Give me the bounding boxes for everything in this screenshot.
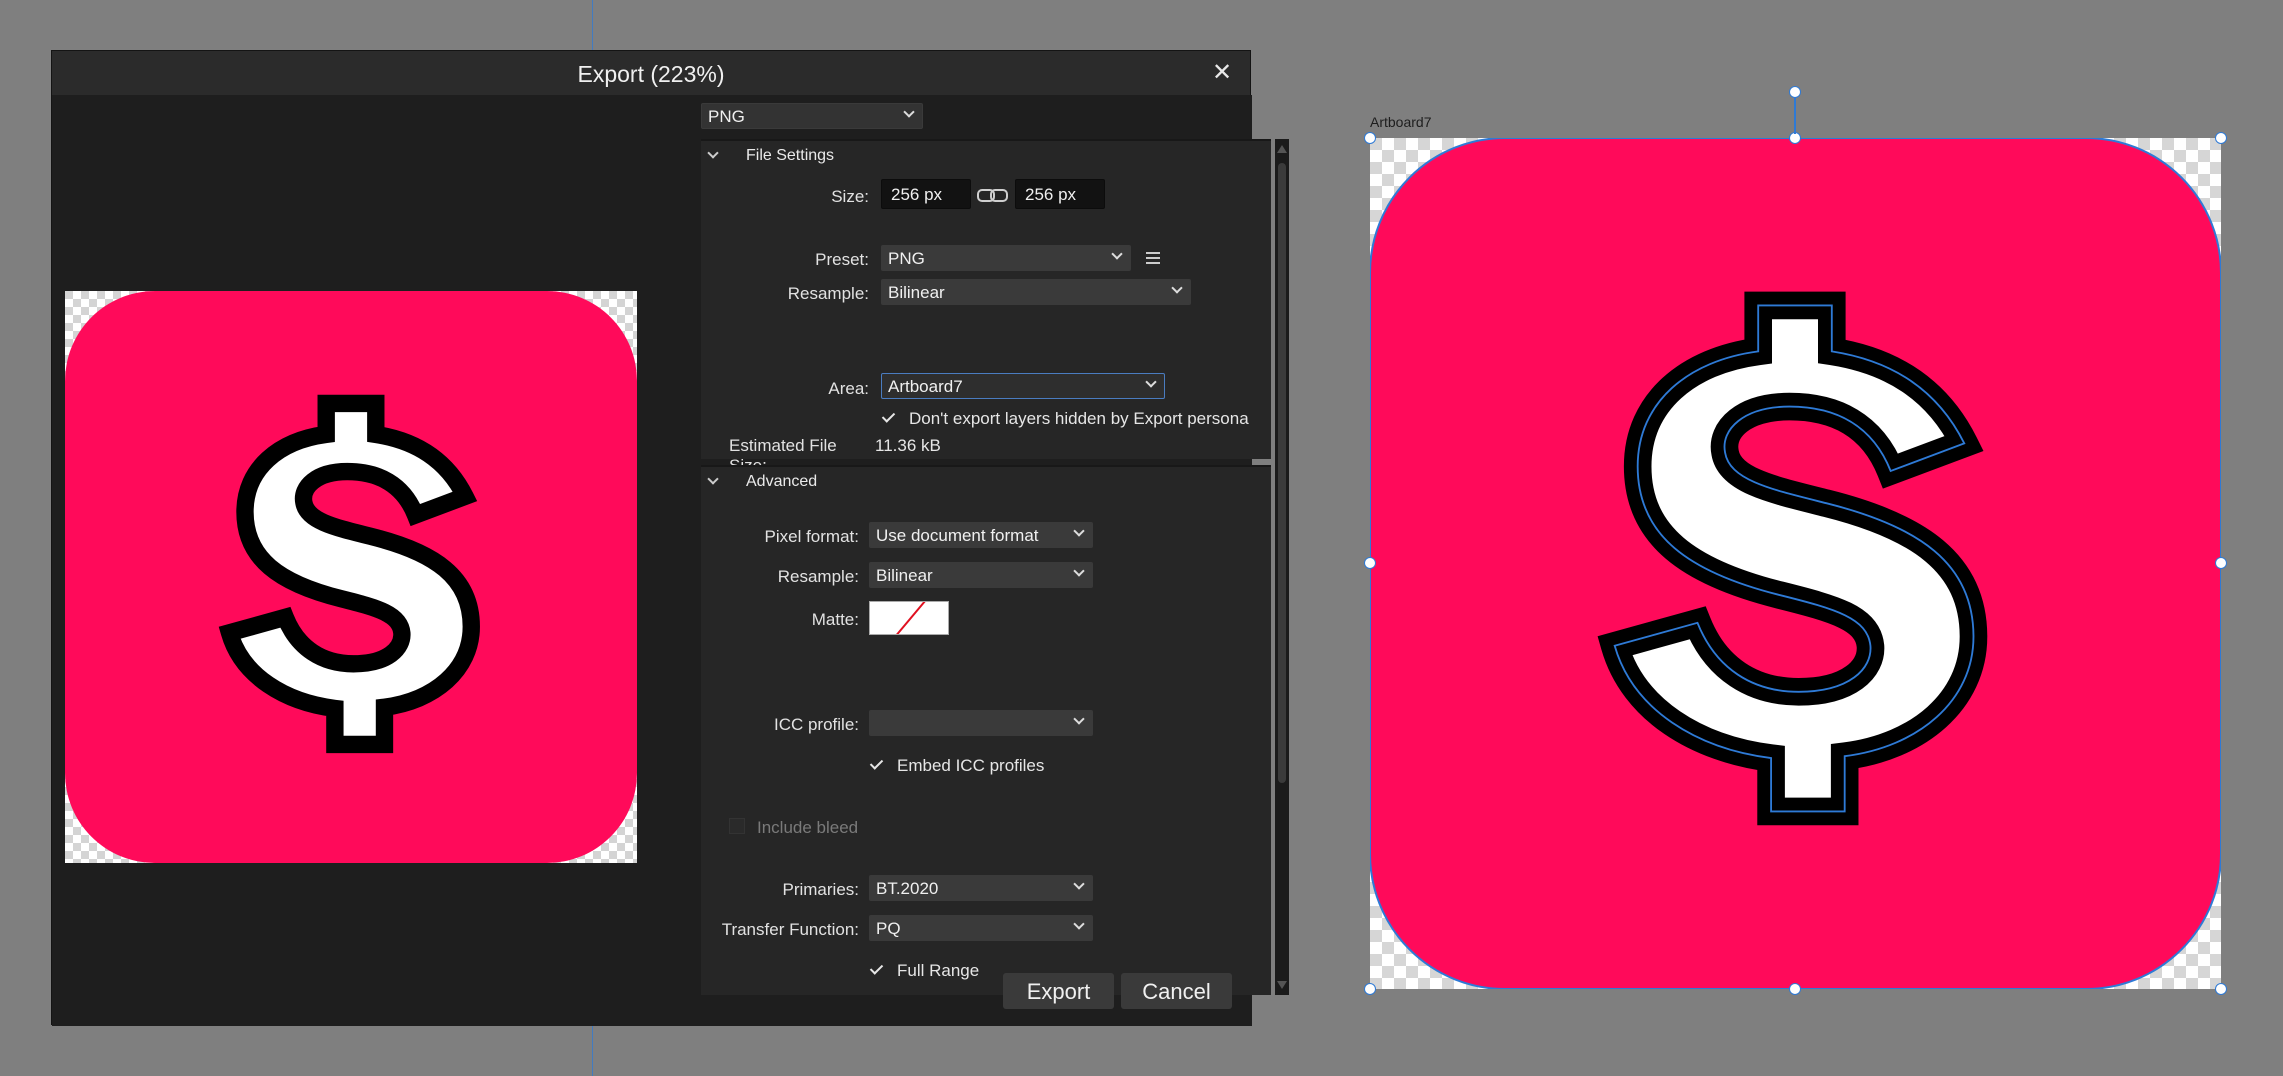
close-icon[interactable]: ✕ [1208, 59, 1236, 87]
export-settings-pane: PNG File Settings Size: 256 px 256 px Pr… [650, 95, 1289, 1026]
collapse-chevron-icon[interactable] [707, 473, 719, 485]
full-range-checkbox[interactable] [869, 961, 885, 977]
rotation-handle[interactable] [1789, 86, 1801, 98]
estimated-size-value: 11.36 kB [875, 436, 941, 455]
resample-select[interactable]: Bilinear [881, 279, 1191, 305]
resample-value: Bilinear [888, 283, 945, 302]
advanced-title: Advanced [746, 473, 818, 490]
scrollbar-thumb[interactable] [1278, 163, 1286, 783]
file-settings-title: File Settings [746, 147, 835, 164]
cancel-button[interactable]: Cancel [1121, 973, 1232, 1009]
export-preview-pane [52, 95, 650, 1026]
adv-resample-select[interactable]: Bilinear [869, 562, 1093, 588]
chevron-down-icon [1112, 250, 1122, 260]
dialog-title: Export (223%) [577, 61, 725, 87]
advanced-header[interactable]: Advanced [701, 467, 1271, 497]
matte-label: Matte: [811, 610, 859, 629]
selection-handle-top-right[interactable] [2215, 132, 2227, 144]
chevron-down-icon [1074, 567, 1084, 577]
chevron-down-icon [1074, 920, 1084, 930]
rotation-handle-stem [1794, 98, 1796, 134]
preset-select[interactable]: PNG [881, 245, 1131, 271]
adv-resample-label: Resample: [777, 567, 859, 586]
include-bleed-label: Include bleed [757, 818, 859, 837]
selection-handle-bottom[interactable] [1789, 983, 1801, 995]
primaries-value: BT.2020 [876, 879, 939, 898]
area-label: Area: [828, 379, 869, 398]
selection-handle-left[interactable] [1364, 557, 1376, 569]
pixel-format-value: Use document format [876, 526, 1039, 545]
preset-value: PNG [888, 249, 925, 268]
transfer-function-value: PQ [876, 919, 901, 938]
full-range-label: Full Range [897, 961, 980, 980]
size-label: Size: [831, 187, 869, 206]
settings-scroll-area[interactable]: File Settings Size: 256 px 256 px Preset… [701, 139, 1274, 995]
scroll-up-arrow-icon[interactable] [1277, 145, 1287, 153]
format-value: PNG [708, 107, 745, 126]
selection-handle-bottom-left[interactable] [1364, 983, 1376, 995]
chevron-down-icon [904, 108, 914, 118]
icc-profile-select[interactable] [869, 710, 1093, 736]
embed-icc-label: Embed ICC profiles [897, 756, 1045, 775]
transfer-function-select[interactable]: PQ [869, 915, 1093, 941]
export-button[interactable]: Export [1003, 973, 1114, 1009]
primaries-select[interactable]: BT.2020 [869, 875, 1093, 901]
area-select[interactable]: Artboard7 [881, 373, 1165, 399]
embed-icc-checkbox[interactable] [869, 756, 885, 772]
chevron-down-icon [1074, 527, 1084, 537]
icc-profile-label: ICC profile: [773, 715, 859, 734]
settings-scrollbar[interactable] [1275, 139, 1289, 995]
chevron-down-icon [1146, 378, 1156, 388]
transfer-function-label: Transfer Function: [721, 920, 859, 939]
chevron-down-icon [1074, 715, 1084, 725]
dialog-titlebar[interactable]: Export (223%) ✕ [52, 51, 1250, 95]
advanced-section: Advanced Pixel format: Use document form… [701, 465, 1271, 995]
width-input[interactable]: 256 px [881, 179, 971, 209]
height-input[interactable]: 256 px [1015, 179, 1105, 209]
pixel-format-select[interactable]: Use document format [869, 522, 1093, 548]
resample-label: Resample: [787, 284, 869, 303]
scroll-down-arrow-icon[interactable] [1277, 981, 1287, 989]
file-settings-section: File Settings Size: 256 px 256 px Preset… [701, 139, 1271, 475]
chevron-down-icon [1074, 880, 1084, 890]
chevron-down-icon [1172, 284, 1182, 294]
link-dimensions-icon[interactable] [977, 186, 1008, 202]
adv-resample-value: Bilinear [876, 566, 933, 585]
primaries-label: Primaries: [782, 880, 859, 899]
pixel-format-label: Pixel format: [764, 527, 859, 546]
artboard-name-label[interactable]: Artboard7 [1370, 114, 1431, 130]
preset-label: Preset: [815, 250, 869, 269]
selection-handle-bottom-right[interactable] [2215, 983, 2227, 995]
dont-export-hidden-label: Don't export layers hidden by Export per… [909, 409, 1249, 428]
dont-export-hidden-checkbox[interactable] [881, 409, 897, 425]
matte-color-swatch[interactable] [869, 601, 949, 635]
area-value: Artboard7 [888, 377, 963, 396]
selection-handle-top-left[interactable] [1364, 132, 1376, 144]
file-settings-header[interactable]: File Settings [701, 141, 1271, 171]
selection-handle-right[interactable] [2215, 557, 2227, 569]
format-select[interactable]: PNG [701, 103, 923, 129]
preset-menu-icon[interactable] [1146, 252, 1160, 264]
artboard[interactable] [1370, 138, 2221, 989]
collapse-chevron-icon[interactable] [707, 147, 719, 159]
include-bleed-checkbox[interactable] [729, 818, 745, 834]
export-dialog: Export (223%) ✕ PNG File Settings Size: … [51, 50, 1289, 1026]
export-preview-image [65, 291, 637, 863]
